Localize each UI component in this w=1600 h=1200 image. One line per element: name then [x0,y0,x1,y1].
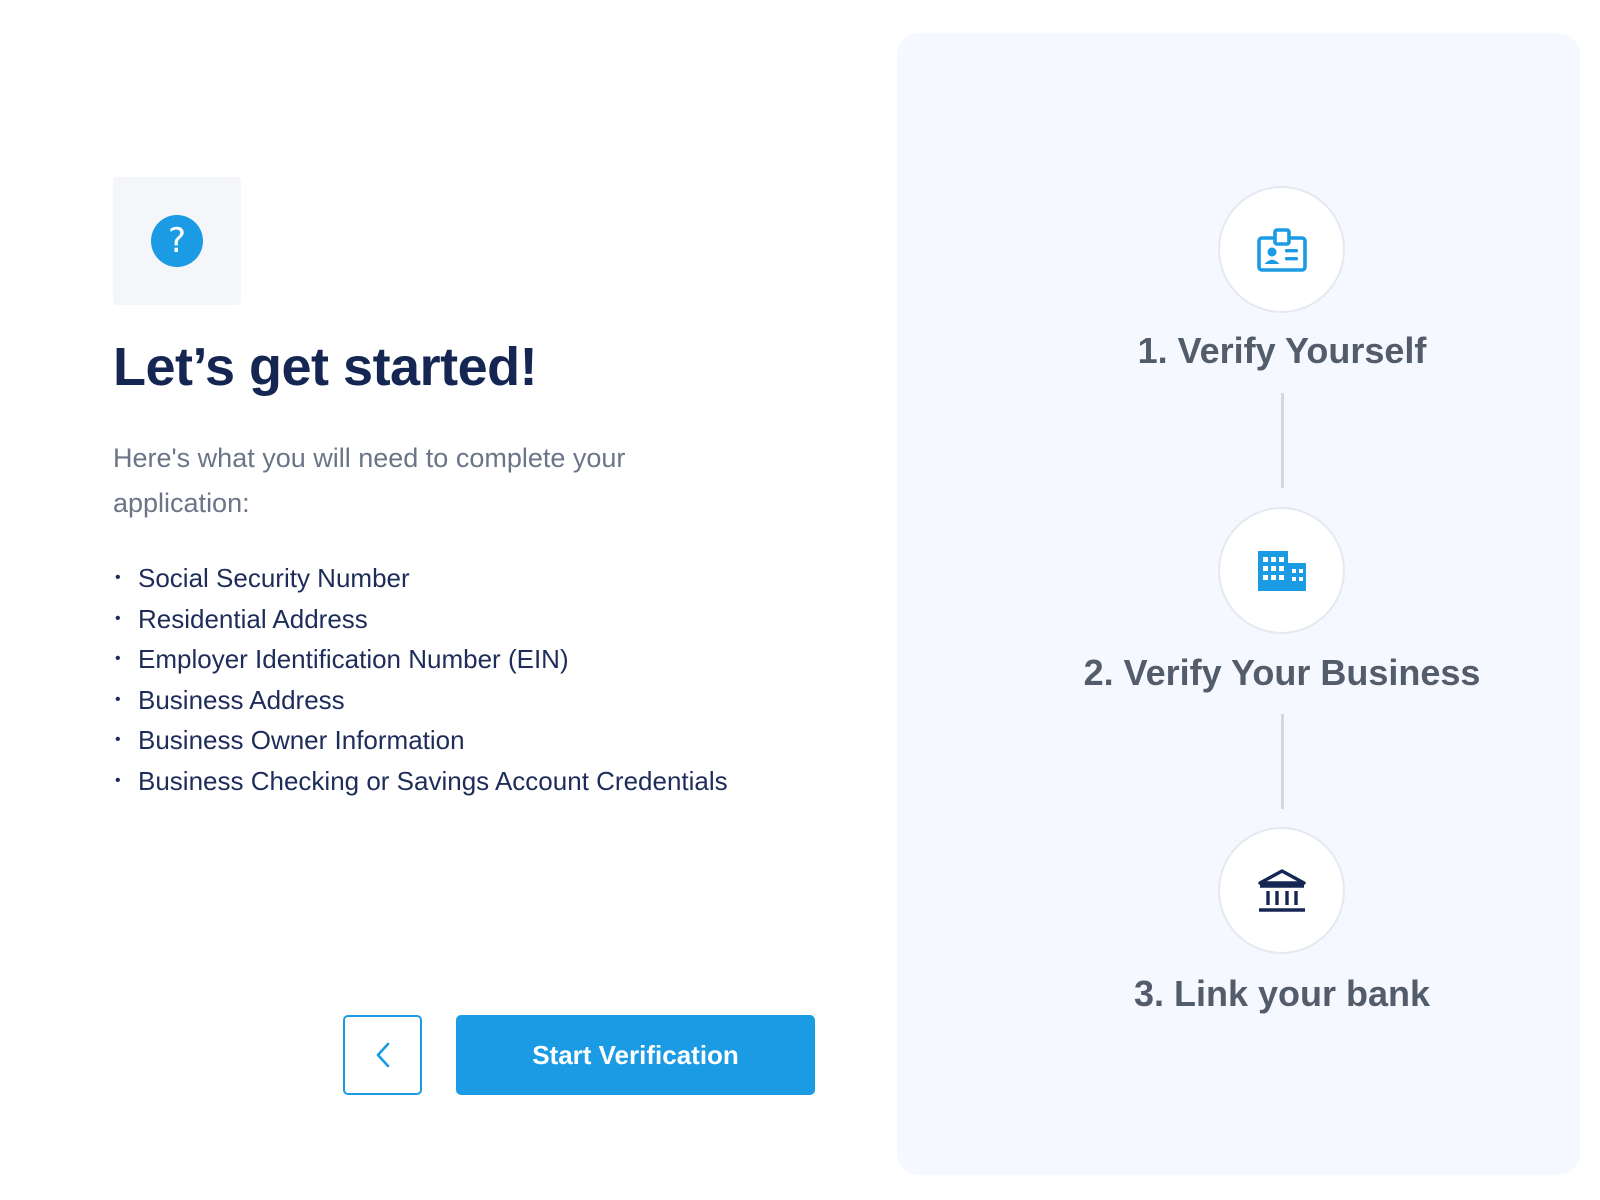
bullet-glyph: • [115,569,121,586]
bank-icon [1257,868,1306,912]
requirement-label: Residential Address [138,603,368,634]
step-2-icon-circle [1218,507,1345,634]
list-item: • Employer Identification Number (EIN) [113,639,728,680]
question-circle-icon: ? [151,215,203,267]
page-subtitle: Here's what you will need to complete yo… [113,443,626,518]
step-connector [1281,393,1284,488]
requirements-list: • Social Security Number • Residential Add… [113,558,728,801]
step-1-label: 1. Verify Yourself [1137,330,1427,371]
list-item: • Social Security Number [113,558,728,599]
requirement-label: Business Checking or Savings Account Cre… [138,765,728,796]
help-tile: ? [113,177,241,305]
office-building-icon [1257,550,1306,591]
page-title: Let’s get started! [113,337,538,397]
start-verification-button[interactable]: Start Verification [456,1015,815,1095]
step-3-icon-circle [1218,827,1345,954]
list-item: • Residential Address [113,599,728,640]
bullet-glyph: • [115,609,121,627]
list-item: • Business Checking or Savings Account Cr… [113,761,728,802]
bullet-glyph: • [115,731,121,748]
back-button[interactable] [343,1015,422,1095]
requirement-label: Social Security Number [138,563,410,593]
list-item: • Business Address [113,680,728,721]
step-connector [1281,714,1284,809]
bullet-glyph: • [115,690,121,708]
list-item: • Business Owner Information [113,720,728,761]
bullet-glyph: • [115,771,121,789]
chevron-left-icon [376,1042,389,1068]
bullet-glyph: • [115,650,121,667]
step-1-icon-circle [1218,186,1345,313]
id-badge-icon [1256,227,1307,272]
question-mark-glyph: ? [167,221,187,261]
step-2-label: 2. Verify Your Business [1083,652,1481,693]
page: ? Let’s get started! Here's what you wil… [0,0,1600,1200]
requirement-label: Business Address [138,684,345,715]
requirement-label: Employer Identification Number (EIN) [138,644,569,674]
step-3-label: 3. Link your bank [1133,973,1431,1014]
requirement-label: Business Owner Information [138,725,465,755]
